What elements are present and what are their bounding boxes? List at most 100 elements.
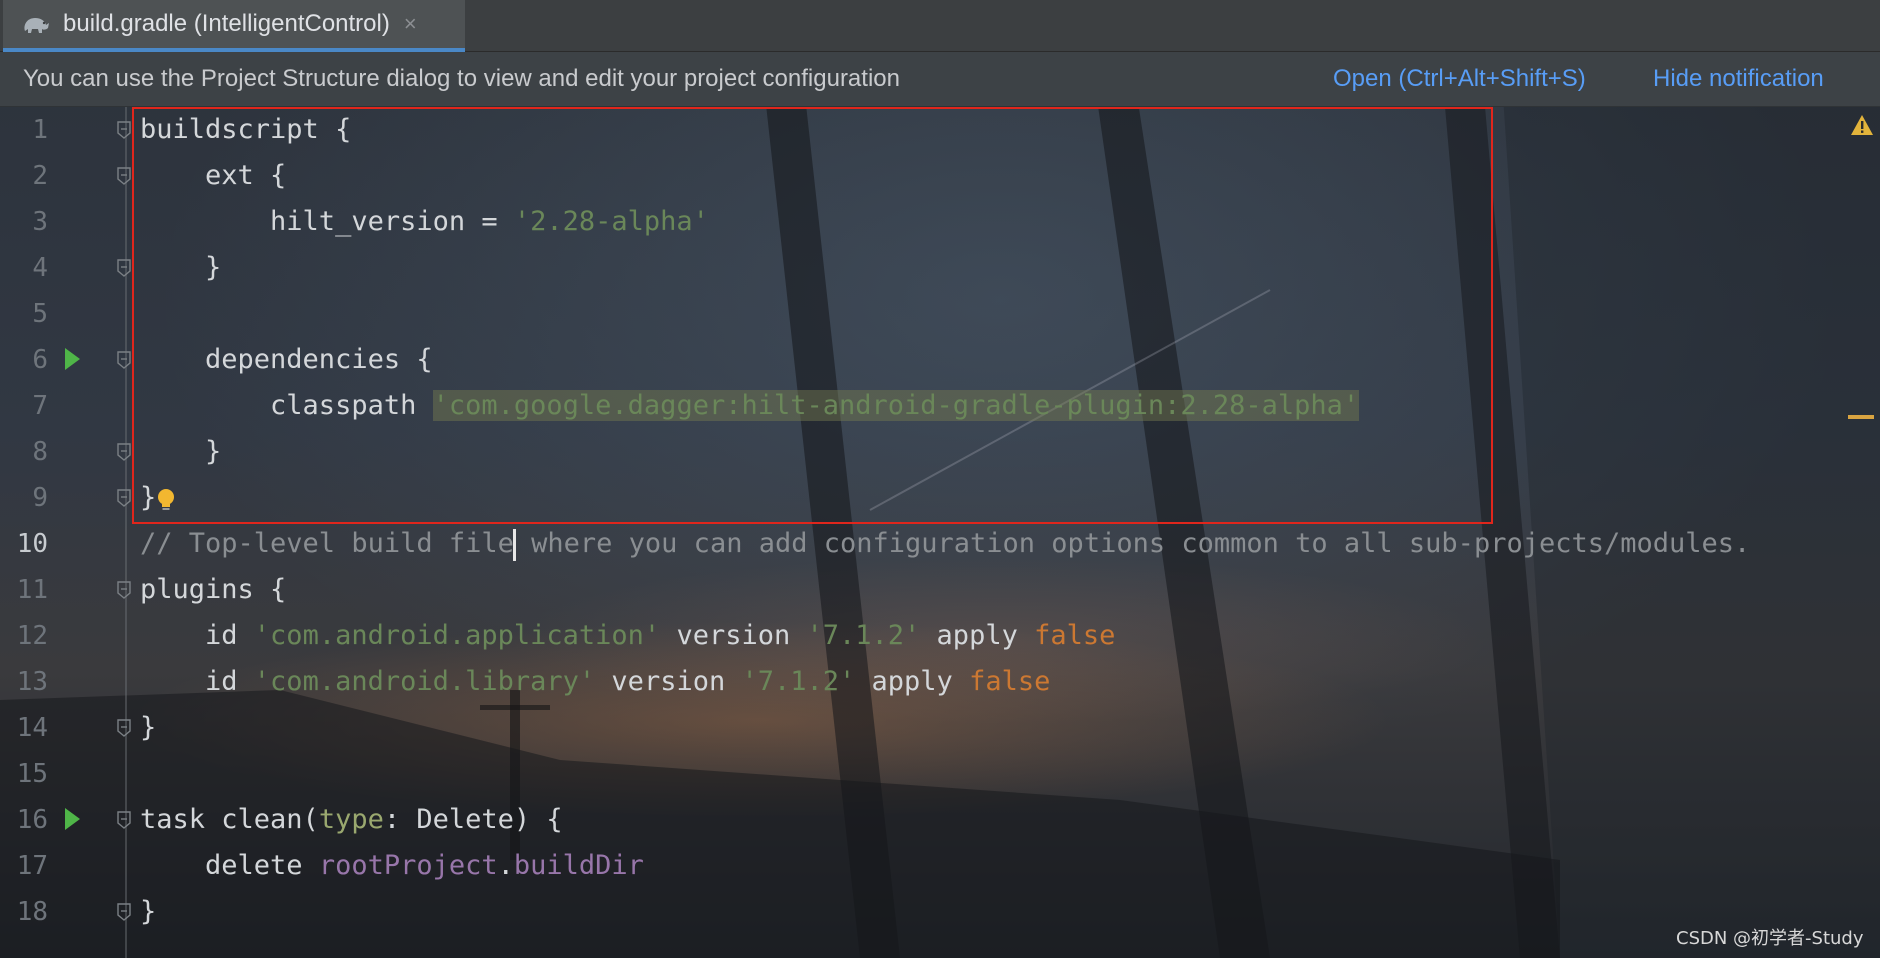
code-token: '7.1.2' [741, 666, 856, 697]
fold-marker-icon[interactable] [116, 258, 132, 278]
code-token: delete [140, 850, 319, 881]
code-text: delete rootProject.buildDir [140, 843, 644, 889]
line-number: 4 [32, 253, 48, 283]
fold-marker-icon[interactable] [116, 442, 132, 462]
line-number: 16 [16, 805, 48, 835]
code-token: false [969, 666, 1051, 697]
code-text: task clean(type: Delete) { [140, 797, 563, 843]
line-number: 14 [16, 713, 48, 743]
line-number: 1 [32, 115, 48, 145]
warning-icon[interactable] [1850, 114, 1874, 136]
code-token: . [497, 850, 514, 881]
code-line[interactable]: 9} [0, 475, 1880, 521]
code-token: } [140, 482, 157, 513]
run-gutter-icon[interactable] [65, 348, 80, 370]
code-text: // Top-level build file where you can ad… [140, 521, 1750, 567]
code-line[interactable]: 3 hilt_version = '2.28-alpha' [0, 199, 1880, 245]
code-line[interactable]: 16 task clean(type: Delete) { [0, 797, 1880, 843]
line-number: 8 [32, 437, 48, 467]
code-token: apply [920, 620, 1035, 651]
code-text: dependencies { [140, 337, 433, 383]
run-gutter-icon[interactable] [65, 808, 80, 830]
close-icon[interactable]: × [404, 11, 417, 37]
code-line[interactable]: 18} [0, 889, 1880, 935]
code-line[interactable]: 8 } [0, 429, 1880, 475]
scrollbar-marker[interactable] [1848, 415, 1874, 419]
code-token: id [140, 666, 254, 697]
code-token: classpath [140, 390, 433, 421]
line-number: 9 [32, 483, 48, 513]
code-line[interactable]: 10 // Top-level build file where you can … [0, 521, 1880, 567]
code-text: classpath 'com.google.dagger:hilt-androi… [140, 383, 1360, 429]
line-number: 18 [16, 897, 48, 927]
code-line[interactable]: 7 classpath 'com.google.dagger:hilt-andr… [0, 383, 1880, 429]
code-line[interactable]: 14} [0, 705, 1880, 751]
code-token: '7.1.2' [806, 620, 921, 651]
code-text: id 'com.android.library' version '7.1.2'… [140, 659, 1050, 705]
hide-notification-link[interactable]: Hide notification [1653, 65, 1824, 93]
code-token: rootProject [318, 850, 498, 881]
tab-build-gradle[interactable]: build.gradle (IntelligentControl) × [3, 0, 465, 52]
code-text: id 'com.android.application' version '7.… [140, 613, 1115, 659]
code-token: } [140, 712, 157, 743]
line-number: 13 [16, 667, 48, 697]
code-line[interactable]: 2 ext { [0, 153, 1880, 199]
lightbulb-intention-icon[interactable] [155, 487, 177, 513]
code-token: 'com.android.library' [253, 666, 596, 697]
notification-text: You can use the Project Structure dialog… [23, 65, 900, 92]
code-token: hilt_version = [140, 206, 514, 237]
fold-marker-icon[interactable] [116, 350, 132, 370]
watermark-text: CSDN @初学者-Study [1676, 928, 1864, 949]
code-line[interactable]: 5 [0, 291, 1880, 337]
fold-marker-icon[interactable] [116, 718, 132, 738]
code-editor[interactable]: 1 buildscript {2 ext {3 hilt_version = '2… [0, 107, 1880, 958]
code-text: plugins { [140, 567, 286, 613]
fold-marker-icon[interactable] [116, 902, 132, 922]
open-project-structure-link[interactable]: Open (Ctrl+Alt+Shift+S) [1333, 65, 1586, 93]
code-line[interactable]: 6 dependencies { [0, 337, 1880, 383]
code-token: 'com.google.dagger:hilt-android-gradle-p… [432, 390, 1360, 421]
code-token: dependencies { [140, 344, 433, 375]
code-token: : Delete) { [383, 804, 563, 835]
code-text: } [140, 705, 156, 751]
fold-marker-icon[interactable] [116, 488, 132, 508]
code-token: version [660, 620, 807, 651]
code-token: id [140, 620, 254, 651]
line-number: 2 [32, 161, 48, 191]
line-number: 7 [32, 391, 48, 421]
code-line[interactable]: 17 delete rootProject.buildDir [0, 843, 1880, 889]
code-text: hilt_version = '2.28-alpha' [140, 199, 709, 245]
code-line[interactable]: 12 id 'com.android.application' version … [0, 613, 1880, 659]
fold-marker-icon[interactable] [116, 166, 132, 186]
code-token: 'com.android.application' [253, 620, 661, 651]
fold-marker-icon[interactable] [116, 810, 132, 830]
code-text: } [140, 245, 221, 291]
code-text: ext { [140, 153, 286, 199]
code-line[interactable]: 1 buildscript { [0, 107, 1880, 153]
line-number: 12 [16, 621, 48, 651]
code-token: task clean( [140, 804, 319, 835]
code-text: } [140, 475, 156, 521]
code-token: version [595, 666, 742, 697]
editor-tab-bar: build.gradle (IntelligentControl) × [0, 0, 1880, 52]
code-line[interactable]: 13 id 'com.android.library' version '7.1… [0, 659, 1880, 705]
code-token: type [318, 804, 384, 835]
fold-marker-icon[interactable] [116, 120, 132, 140]
code-text: } [140, 889, 156, 935]
code-text: buildscript { [140, 107, 351, 153]
code-line[interactable]: 15 [0, 751, 1880, 797]
tab-title: build.gradle (IntelligentControl) [63, 10, 390, 37]
code-line[interactable]: 11 plugins { [0, 567, 1880, 613]
code-token: ext { [140, 160, 287, 191]
line-number: 11 [16, 575, 48, 605]
line-number: 15 [16, 759, 48, 789]
code-token: buildscript { [140, 114, 352, 145]
code-token: } [140, 252, 222, 283]
code-token: where you can add configuration options … [514, 528, 1751, 559]
line-number: 5 [32, 299, 48, 329]
fold-marker-icon[interactable] [116, 580, 132, 600]
line-number: 10 [16, 529, 48, 559]
code-token: } [140, 896, 157, 927]
code-line[interactable]: 4 } [0, 245, 1880, 291]
code-token: // Top-level build file [140, 528, 514, 559]
